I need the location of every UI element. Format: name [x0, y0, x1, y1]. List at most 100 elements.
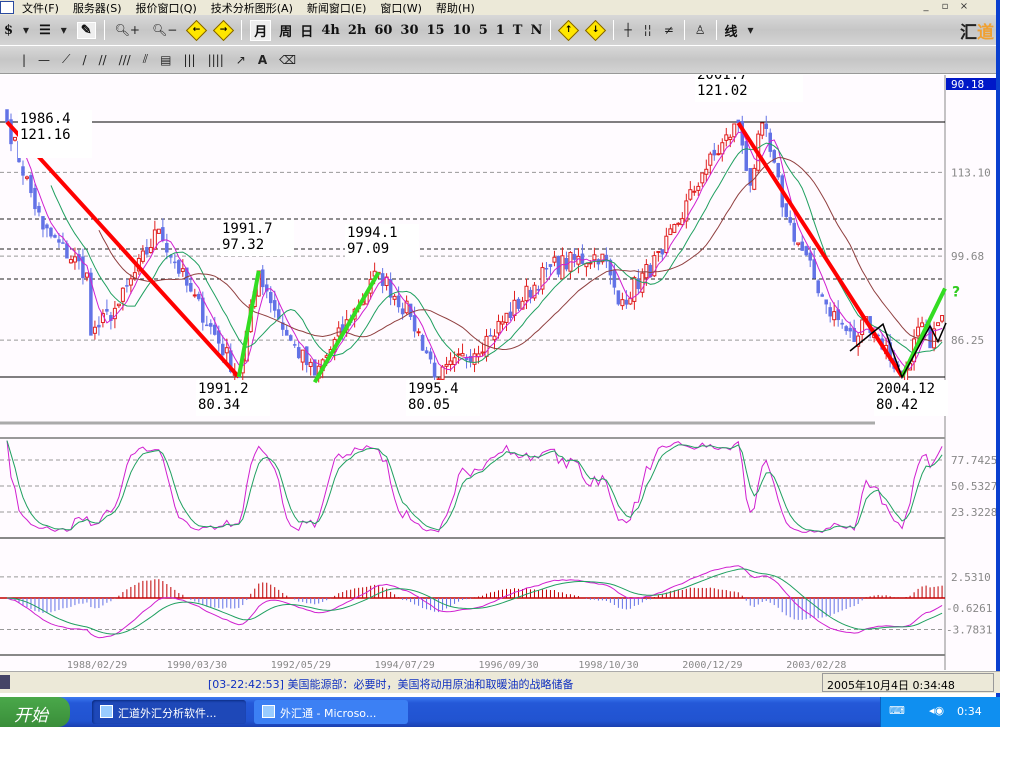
- menu-server[interactable]: 服务器(S): [73, 0, 122, 16]
- candle-body: [161, 227, 165, 241]
- annotation-date: 1991.2: [198, 381, 249, 397]
- menu-quote-window[interactable]: 报价窗口(Q): [136, 0, 197, 16]
- menu-technical-analysis[interactable]: 技术分析图形(A): [211, 0, 293, 16]
- candle-body: [24, 176, 29, 179]
- scroll-up-icon[interactable]: ↑: [558, 19, 580, 41]
- vertical-line-tool[interactable]: |: [22, 53, 26, 67]
- candle-body: [488, 335, 493, 337]
- candle-body: [424, 350, 429, 354]
- chevron-down-icon[interactable]: ▾: [61, 23, 67, 37]
- candle-body: [556, 255, 561, 275]
- question-mark: ?: [952, 285, 960, 301]
- taskbar-item-huidao[interactable]: 汇道外汇分析软件...: [92, 700, 246, 724]
- candle-body: [820, 294, 824, 297]
- app-icon[interactable]: [0, 1, 14, 14]
- period-4h[interactable]: 4h: [321, 23, 340, 38]
- news-ticker[interactable]: [03-22:42:53] 美国能源部：必要时，美国将动用原油和取暖油的战略储备: [208, 676, 573, 692]
- scroll-right-icon[interactable]: →: [213, 19, 235, 41]
- period-5[interactable]: 5: [479, 23, 488, 38]
- separator: [103, 20, 105, 40]
- layout-dropdown[interactable]: ☰: [39, 23, 51, 38]
- crosshair-icon[interactable]: ┼: [624, 23, 631, 37]
- annotation-value: 97.09: [347, 241, 389, 257]
- pencil-icon[interactable]: ✎: [76, 21, 96, 39]
- scroll-left-icon[interactable]: ←: [186, 19, 208, 41]
- currency-dropdown[interactable]: $: [4, 23, 13, 38]
- period-week[interactable]: 周: [279, 21, 292, 40]
- network-icon[interactable]: ◂◉: [929, 704, 944, 717]
- current-price-label: 90.18: [951, 78, 984, 91]
- period-15[interactable]: 15: [427, 23, 445, 38]
- candle-body: [688, 189, 693, 200]
- taskbar-item-browser[interactable]: 外汇通 - Microso...: [254, 700, 408, 724]
- vertical-lines-tool[interactable]: |||: [183, 53, 195, 67]
- period-tick[interactable]: T: [513, 23, 523, 38]
- price-chart[interactable]: 113.10 99.68 86.25 90.18? 1986.4121.16 1991.7…: [0, 75, 996, 670]
- eraser-icon[interactable]: ⌫: [279, 53, 296, 67]
- candle-body: [508, 311, 513, 318]
- keyboard-icon[interactable]: ⌨: [889, 704, 905, 717]
- restore-button[interactable]: ▫: [937, 1, 953, 14]
- annotation-value: 80.42: [876, 397, 918, 413]
- candle-body: [760, 122, 765, 136]
- period-60[interactable]: 60: [374, 23, 392, 38]
- date-tick-label: 1994/07/29: [375, 660, 435, 670]
- candle-body: [260, 269, 265, 288]
- chevron-down-icon[interactable]: ▾: [748, 23, 754, 37]
- menu-window[interactable]: 窗口(W): [380, 0, 421, 16]
- candle-body: [33, 187, 37, 210]
- candle-body: [840, 322, 844, 325]
- date-tick-label: 2000/12/29: [682, 660, 742, 670]
- channel-tool[interactable]: ⫽: [143, 52, 148, 67]
- candle-body: [580, 253, 585, 264]
- menu-file[interactable]: 文件(F): [22, 0, 59, 16]
- horizontal-grid-tool[interactable]: ▤: [160, 53, 171, 67]
- period-n[interactable]: N: [530, 23, 542, 38]
- date-tick-label: 1988/02/29: [67, 660, 127, 670]
- chevron-down-icon[interactable]: ▾: [23, 23, 29, 37]
- trend-line-tool[interactable]: /: [82, 53, 86, 67]
- period-1[interactable]: 1: [496, 23, 505, 38]
- arrow-tool[interactable]: ↗: [236, 53, 246, 67]
- close-button[interactable]: ×: [956, 1, 972, 14]
- fibonacci-time-tool[interactable]: ||||: [208, 53, 224, 67]
- candle-body: [165, 243, 169, 253]
- zoom-out-icon[interactable]: 🔍︎−: [152, 23, 177, 37]
- annotation-value: 97.32: [222, 237, 264, 253]
- parallel-line-tool[interactable]: //: [99, 53, 107, 67]
- candle-body: [496, 320, 501, 334]
- text-tool[interactable]: A: [258, 53, 267, 67]
- candle-body: [788, 217, 792, 223]
- line-style-dropdown[interactable]: 线: [725, 21, 738, 40]
- candle-body: [145, 247, 149, 255]
- zoom-in-icon[interactable]: 🔍︎+: [115, 23, 140, 37]
- period-10[interactable]: 10: [453, 23, 471, 38]
- annotation-date: 1986.4: [20, 111, 71, 127]
- triple-line-tool[interactable]: ///: [119, 53, 131, 67]
- scroll-down-icon[interactable]: ↓: [585, 19, 607, 41]
- period-day[interactable]: 日: [300, 21, 313, 40]
- candle-body: [500, 321, 505, 325]
- chart-area[interactable]: 113.10 99.68 86.25 90.18? 1986.4 121.16 1991.7…: [0, 75, 996, 670]
- menu-bar: 文件(F) 服务器(S) 报价窗口(Q) 技术分析图形(A) 新闻窗口(E) 窗…: [0, 0, 1000, 15]
- menu-help[interactable]: 帮助(H): [436, 0, 475, 16]
- period-month[interactable]: 月: [250, 19, 272, 41]
- horizontal-line-tool[interactable]: —: [38, 53, 50, 67]
- annotation-date: 2004.12: [876, 381, 935, 397]
- annotation-value: 121.02: [697, 83, 748, 99]
- menu-news-window[interactable]: 新闻窗口(E): [307, 0, 367, 16]
- candle-body: [696, 185, 701, 191]
- candle-body: [920, 322, 925, 328]
- candle-body: [552, 256, 557, 263]
- start-button[interactable]: 开始: [0, 697, 70, 727]
- angle-line-tool[interactable]: ⟋: [62, 52, 70, 67]
- ma-short-line: [22, 131, 943, 371]
- period-30[interactable]: 30: [400, 23, 418, 38]
- not-equal-icon[interactable]: ≠: [664, 23, 674, 37]
- candle-body: [65, 243, 69, 259]
- period-2h[interactable]: 2h: [348, 23, 367, 38]
- minimize-button[interactable]: _: [918, 1, 934, 14]
- parallel-bars-icon[interactable]: ¦¦: [644, 23, 652, 37]
- candle-body: [844, 326, 848, 332]
- person-icon[interactable]: ♙: [695, 23, 706, 37]
